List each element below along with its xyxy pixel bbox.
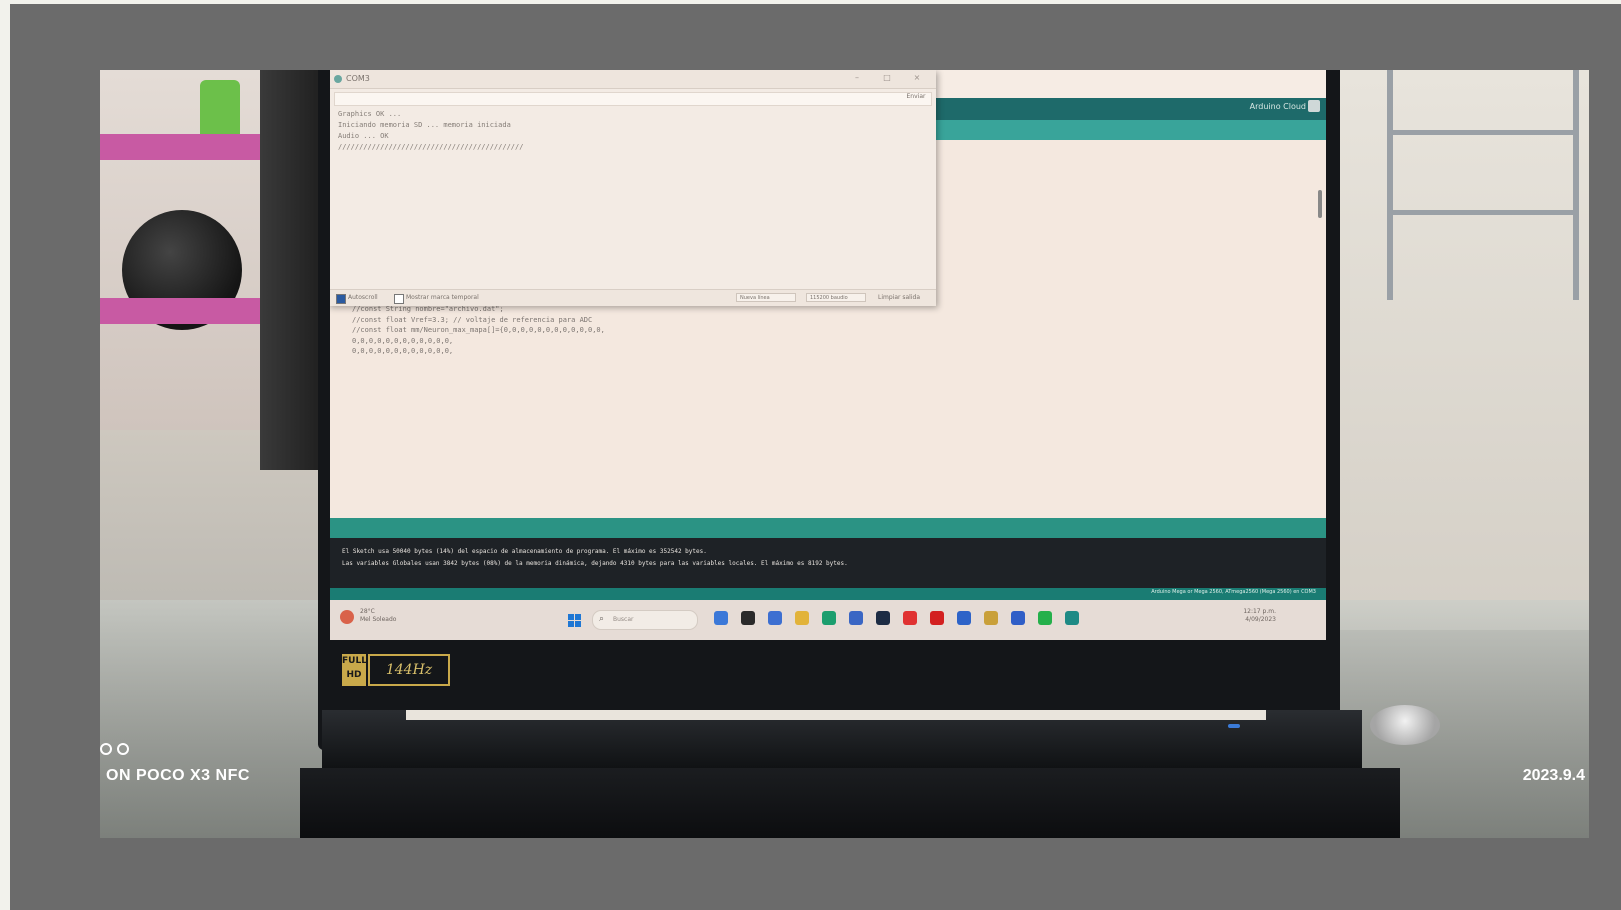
weather-temp: 28°C xyxy=(360,608,375,615)
watermark-circle-icon xyxy=(117,743,129,755)
netflix-icon[interactable] xyxy=(930,611,944,625)
rack-bar xyxy=(1393,210,1573,215)
baud-rate-select[interactable]: 115200 baudio xyxy=(806,293,866,302)
laptop-hinge xyxy=(322,710,1362,768)
store-icon[interactable] xyxy=(849,611,863,625)
youtube-icon[interactable] xyxy=(903,611,917,625)
code-line: //const float Vref=3.3; // voltaje de re… xyxy=(352,315,593,324)
ide-user-label[interactable]: Arduino Cloud xyxy=(1250,102,1306,111)
folder-icon[interactable] xyxy=(795,611,809,625)
clock-date: 4/09/2023 xyxy=(1245,616,1276,623)
watermark-circle-icon xyxy=(100,743,112,755)
refresh-rate-badge: 144Hz xyxy=(368,654,450,686)
serial-input[interactable] xyxy=(334,92,932,106)
terminal-icon[interactable] xyxy=(876,611,890,625)
weather-desc: Mel Soleado xyxy=(360,616,397,623)
metal-knob xyxy=(1370,705,1440,745)
weather-widget[interactable]: 28°C Mel Soleado xyxy=(360,608,396,624)
app-icon xyxy=(334,75,342,83)
search-icon: ⌕ xyxy=(599,614,605,624)
facebook-icon[interactable] xyxy=(957,611,971,625)
code-line: 0,0,0,0,0,0,0,0,0,0,0,0, xyxy=(352,347,454,356)
autoscroll-checkbox[interactable] xyxy=(336,294,346,304)
serial-monitor-title: COM3 xyxy=(346,74,370,83)
photo: Arduino Cloud //const float TXC=150000; … xyxy=(100,70,1589,838)
watermark-camera: ON POCO X3 NFC xyxy=(106,767,250,784)
clear-output-button[interactable]: Limpiar salida xyxy=(878,294,920,301)
minimize-icon[interactable]: – xyxy=(852,74,862,82)
watermark-date: 2023.9.4 xyxy=(1522,767,1585,784)
chrome-icon[interactable] xyxy=(984,611,998,625)
taskbar-search[interactable]: ⌕ Buscar xyxy=(592,610,698,630)
board-port-label: Arduino Mega or Mega 2560, ATmega2560 (M… xyxy=(1151,589,1316,595)
explorer-icon[interactable] xyxy=(714,611,728,625)
laptop: Arduino Cloud //const float TXC=150000; … xyxy=(318,70,1340,750)
line-ending-select[interactable]: Nueva línea xyxy=(736,293,796,302)
autoscroll-label: Autoscroll xyxy=(348,294,378,301)
laptop-base xyxy=(300,768,1400,838)
chat-icon[interactable] xyxy=(768,611,782,625)
search-placeholder: Buscar xyxy=(613,616,634,623)
clock-time: 12:17 p.m. xyxy=(1243,608,1276,615)
ide-status-bar xyxy=(330,518,1326,538)
system-clock[interactable]: 12:17 p.m. 4/09/2023 xyxy=(1243,608,1276,624)
background-wall xyxy=(1329,70,1589,630)
send-button[interactable]: Enviar xyxy=(902,93,930,103)
console-line: El Sketch usa 50040 bytes (14%) del espa… xyxy=(342,548,707,555)
edge-icon[interactable] xyxy=(822,611,836,625)
serial-output-line: ////////////////////////////////////////… xyxy=(338,143,524,151)
code-line: //const String nombre="archivo.dat"; xyxy=(352,305,504,313)
rack-bar xyxy=(1393,130,1573,135)
timestamp-label: Mostrar marca temporal xyxy=(406,294,479,301)
serial-monitor-window: COM3 – □ × Enviar Graphics OK ... Inicia… xyxy=(330,70,936,306)
console-line: Las variables Globales usan 3842 bytes (… xyxy=(342,560,848,567)
photo-frame: Arduino Cloud //const float TXC=150000; … xyxy=(10,4,1621,910)
code-line: 0,0,0,0,0,0,0,0,0,0,0,0, xyxy=(352,336,454,345)
ide-footer: Arduino Mega or Mega 2560, ATmega2560 (M… xyxy=(330,588,1326,600)
serial-monitor-titlebar: COM3 – □ × xyxy=(330,70,936,89)
spotify-icon[interactable] xyxy=(1038,611,1052,625)
arduino-icon[interactable] xyxy=(1065,611,1079,625)
hinge-strip xyxy=(406,710,1266,720)
weather-icon[interactable] xyxy=(340,610,354,624)
power-indicator xyxy=(1228,724,1240,728)
pink-shelf-top xyxy=(100,134,270,160)
serial-monitor-footer: Autoscroll Mostrar marca temporal Nueva … xyxy=(330,289,936,306)
windows-start-icon[interactable] xyxy=(568,614,582,628)
maximize-icon[interactable]: □ xyxy=(882,74,892,82)
close-icon[interactable]: × xyxy=(912,74,922,82)
output-console: El Sketch usa 50040 bytes (14%) del espa… xyxy=(330,538,1326,588)
metal-rack xyxy=(1387,70,1579,300)
full-hd-badge: FULL HD xyxy=(342,654,367,686)
timestamp-checkbox[interactable] xyxy=(394,294,404,304)
pink-shelf-bottom xyxy=(100,298,270,324)
messenger-icon[interactable] xyxy=(1011,611,1025,625)
serial-output-line: Iniciando memoria SD ... memoria iniciad… xyxy=(338,121,511,129)
watermark-logo xyxy=(100,740,134,759)
file-manager-icon[interactable] xyxy=(741,611,755,625)
windows-taskbar: 28°C Mel Soleado ⌕ Buscar 12:17 p.m. 4/0… xyxy=(330,600,1326,640)
serial-output-line: Graphics OK ... xyxy=(338,110,402,118)
code-line: //const float mm/Neuron_max_mapa[]={0,0,… xyxy=(352,326,605,335)
laptop-screen: Arduino Cloud //const float TXC=150000; … xyxy=(330,70,1326,640)
user-icon[interactable] xyxy=(1308,100,1320,112)
editor-scrollbar[interactable] xyxy=(1318,190,1322,218)
serial-output-line: Audio ... OK xyxy=(338,132,389,140)
